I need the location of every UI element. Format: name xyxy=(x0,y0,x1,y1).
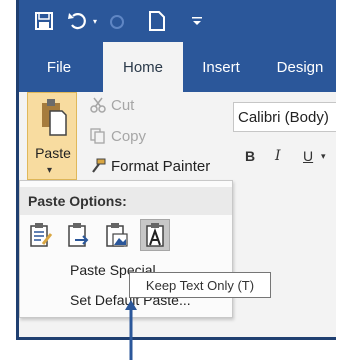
undo-dropdown-icon[interactable]: ▾ xyxy=(89,8,101,34)
paste-dropdown-icon[interactable]: ▾ xyxy=(47,165,52,176)
bold-label: B xyxy=(245,148,256,164)
new-document-icon[interactable] xyxy=(145,8,169,34)
keep-source-formatting-option[interactable] xyxy=(26,219,56,251)
tab-label: Design xyxy=(276,58,324,76)
tooltip: Keep Text Only (T) xyxy=(129,272,271,298)
tab-design[interactable]: Design xyxy=(265,42,335,92)
cut-label: Cut xyxy=(111,96,135,114)
ribbon-tabs: File Home Insert Design xyxy=(19,42,336,92)
tab-label: File xyxy=(46,58,72,76)
copy-button[interactable]: Copy xyxy=(89,125,146,147)
save-icon[interactable] xyxy=(31,8,57,34)
paste-options-header: Paste Options: xyxy=(20,187,232,215)
font-name: Calibri (Body) xyxy=(238,108,329,126)
underline-dropdown-icon[interactable]: ▾ xyxy=(321,152,326,162)
italic-label: I xyxy=(275,148,281,164)
tab-home[interactable]: Home xyxy=(103,42,183,92)
clipboard-icon xyxy=(42,99,67,136)
copy-icon xyxy=(89,127,107,145)
paste-button[interactable]: Paste ▾ xyxy=(27,92,77,180)
paste-merge-icon xyxy=(68,223,89,247)
format-painter-label: Format Painter xyxy=(111,157,211,175)
tab-label: Home xyxy=(122,58,163,76)
redo-icon xyxy=(105,8,129,34)
tab-label: Insert xyxy=(202,58,240,76)
keep-text-only-option[interactable] xyxy=(140,219,170,251)
copy-label: Copy xyxy=(111,127,147,145)
customize-toolbar-icon[interactable] xyxy=(185,8,209,34)
underline-label: U xyxy=(303,148,314,164)
quick-access-toolbar: ▾ xyxy=(19,0,336,42)
picture-option[interactable] xyxy=(102,219,132,251)
tab-insert[interactable]: Insert xyxy=(189,42,253,92)
bold-button[interactable]: B xyxy=(245,148,255,164)
scissors-icon xyxy=(89,96,107,114)
font-name-box[interactable]: Calibri (Body) xyxy=(233,102,336,132)
italic-button[interactable]: I xyxy=(275,148,281,164)
underline-button[interactable]: U xyxy=(303,148,313,164)
paste-keep-source-icon xyxy=(30,223,53,247)
paste-label: Paste xyxy=(35,145,71,161)
tab-file[interactable]: File xyxy=(35,42,83,92)
undo-icon[interactable] xyxy=(67,8,89,34)
paste-picture-icon xyxy=(106,223,128,247)
pointer-arrow-icon xyxy=(125,300,137,360)
paintbrush-icon xyxy=(89,157,107,175)
home-ribbon: Paste ▾ Cut Copy Format Painter Calibri … xyxy=(19,92,336,192)
format-painter-button[interactable]: Format Painter xyxy=(89,155,210,177)
paste-text-only-icon xyxy=(146,223,164,247)
merge-formatting-option[interactable] xyxy=(64,219,94,251)
cut-button[interactable]: Cut xyxy=(89,94,134,116)
